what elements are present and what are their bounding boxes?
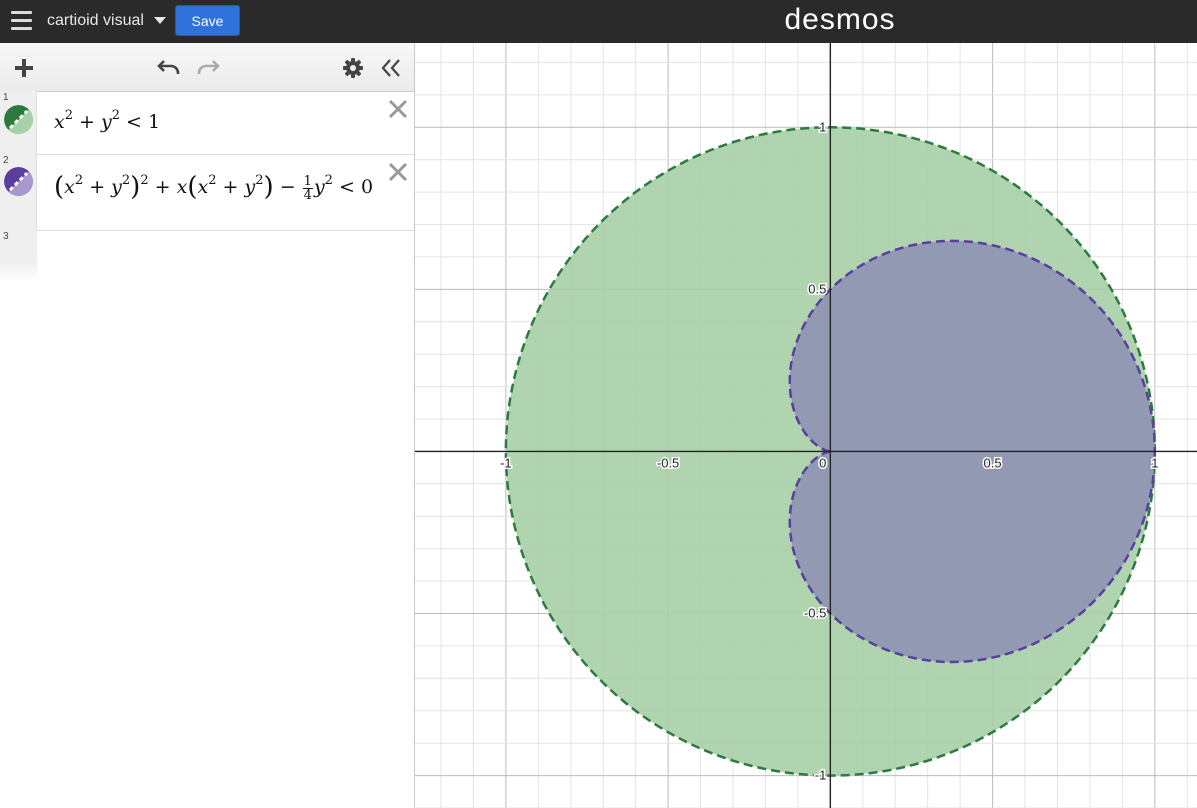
y-tick-label: -1 [815,768,827,783]
expression-index: 3 [3,231,9,242]
menu-icon[interactable] [11,11,32,31]
expression-gutter: 1 [0,91,37,154]
graph-canvas[interactable]: -1 -0.5 0 0.5 1 1 0.5 -0.5 -1 [415,43,1197,808]
x-tick-label: 1 [1151,455,1158,470]
save-button[interactable]: Save [175,5,240,36]
redo-icon[interactable] [196,57,220,77]
x-tick-label: -0.5 [657,455,679,470]
top-bar: cartioid visual Save desmos [0,0,1197,43]
y-tick-label: 0.5 [808,281,826,296]
expression-math[interactable]: x2 + y2 < 1 [54,109,160,133]
expression-math[interactable]: (x2 + y2)2 + x(x2 + y2) − 1 4 y2 < 0 [54,172,373,202]
x-tick-label: 0 [819,455,826,470]
expression-row-2[interactable]: 2 (x2 + y2)2 + x(x2 + y2) − 1 4 y2 < 0 [0,154,414,231]
gear-icon[interactable] [342,57,364,79]
delete-expression-icon[interactable] [387,161,409,183]
expression-gutter: 2 [0,154,37,230]
expression-row-1[interactable]: 1 x2 + y2 < 1 [0,91,414,155]
undo-icon[interactable] [157,57,181,77]
delete-expression-icon[interactable] [387,98,409,120]
expression-list: 1 x2 + y2 < 1 2 (x2 + y2)2 + x(x2 + y2) … [0,43,415,808]
expression-index: 1 [3,92,9,103]
graph-title[interactable]: cartioid visual [47,11,144,31]
y-tick-label: 1 [819,119,826,134]
title-dropdown-icon[interactable] [154,17,166,24]
color-swatch-icon[interactable] [4,105,33,134]
expression-gutter: 3 [0,230,37,282]
expression-toolbar [0,43,414,92]
plus-icon[interactable] [13,57,35,79]
expression-index: 2 [3,155,9,166]
desmos-logo: desmos [784,3,896,36]
y-tick-label: -0.5 [804,606,826,621]
x-tick-label: -1 [500,455,512,470]
color-swatch-icon[interactable] [4,167,33,196]
x-tick-label: 0.5 [984,455,1002,470]
collapse-icon[interactable] [380,57,402,79]
expression-row-3[interactable]: 3 [0,230,414,282]
